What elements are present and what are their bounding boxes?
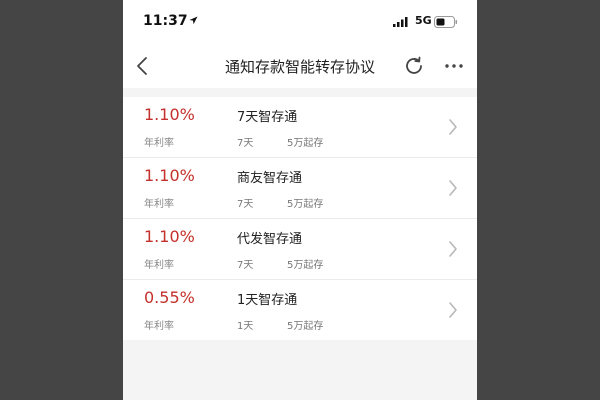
product-row[interactable]: 0.55% 年利率 1天智存通 1天 5万起存 [123, 280, 477, 340]
chevron-right-icon [449, 119, 457, 135]
chevron-right-icon [449, 241, 457, 257]
product-row[interactable]: 1.10% 年利率 代发智存通 7天 5万起存 [123, 219, 477, 280]
product-name: 7天智存通 [237, 110, 298, 125]
network-type: 5G [415, 14, 432, 27]
more-icon[interactable] [445, 64, 463, 68]
signal-icon [393, 17, 408, 27]
annual-rate: 1.10% [144, 166, 195, 185]
product-name: 代发智存通 [237, 232, 303, 247]
annual-rate: 0.55% [144, 288, 195, 307]
nav-bar: 通知存款智能转存协议 [123, 44, 477, 88]
product-term: 7天 [237, 138, 254, 149]
phone-screen: 11:37 5G 通知存款智能转存协议 1.10% 年利率 7天智存通 7天 5… [123, 0, 477, 400]
battery-icon [434, 16, 458, 28]
product-row[interactable]: 1.10% 年利率 7天智存通 7天 5万起存 [123, 97, 477, 158]
product-name: 商友智存通 [237, 171, 303, 186]
product-term: 7天 [237, 199, 254, 210]
product-list: 1.10% 年利率 7天智存通 7天 5万起存 1.10% 年利率 商友智存通 … [123, 97, 477, 340]
rate-label: 年利率 [144, 138, 174, 149]
product-term: 1天 [237, 321, 254, 332]
product-name: 1天智存通 [237, 293, 298, 308]
chevron-right-icon [449, 180, 457, 196]
rate-label: 年利率 [144, 321, 174, 332]
status-time: 11:37 [143, 13, 188, 29]
rate-label: 年利率 [144, 260, 174, 271]
product-row[interactable]: 1.10% 年利率 商友智存通 7天 5万起存 [123, 158, 477, 219]
rate-label: 年利率 [144, 199, 174, 210]
product-term: 7天 [237, 260, 254, 271]
annual-rate: 1.10% [144, 105, 195, 124]
chevron-right-icon [449, 302, 457, 318]
annual-rate: 1.10% [144, 227, 195, 246]
minimum-amount: 5万起存 [287, 138, 324, 149]
location-arrow-icon [189, 16, 198, 25]
minimum-amount: 5万起存 [287, 321, 324, 332]
minimum-amount: 5万起存 [287, 199, 324, 210]
minimum-amount: 5万起存 [287, 260, 324, 271]
status-bar: 11:37 5G [123, 0, 477, 44]
refresh-icon[interactable] [403, 55, 425, 77]
